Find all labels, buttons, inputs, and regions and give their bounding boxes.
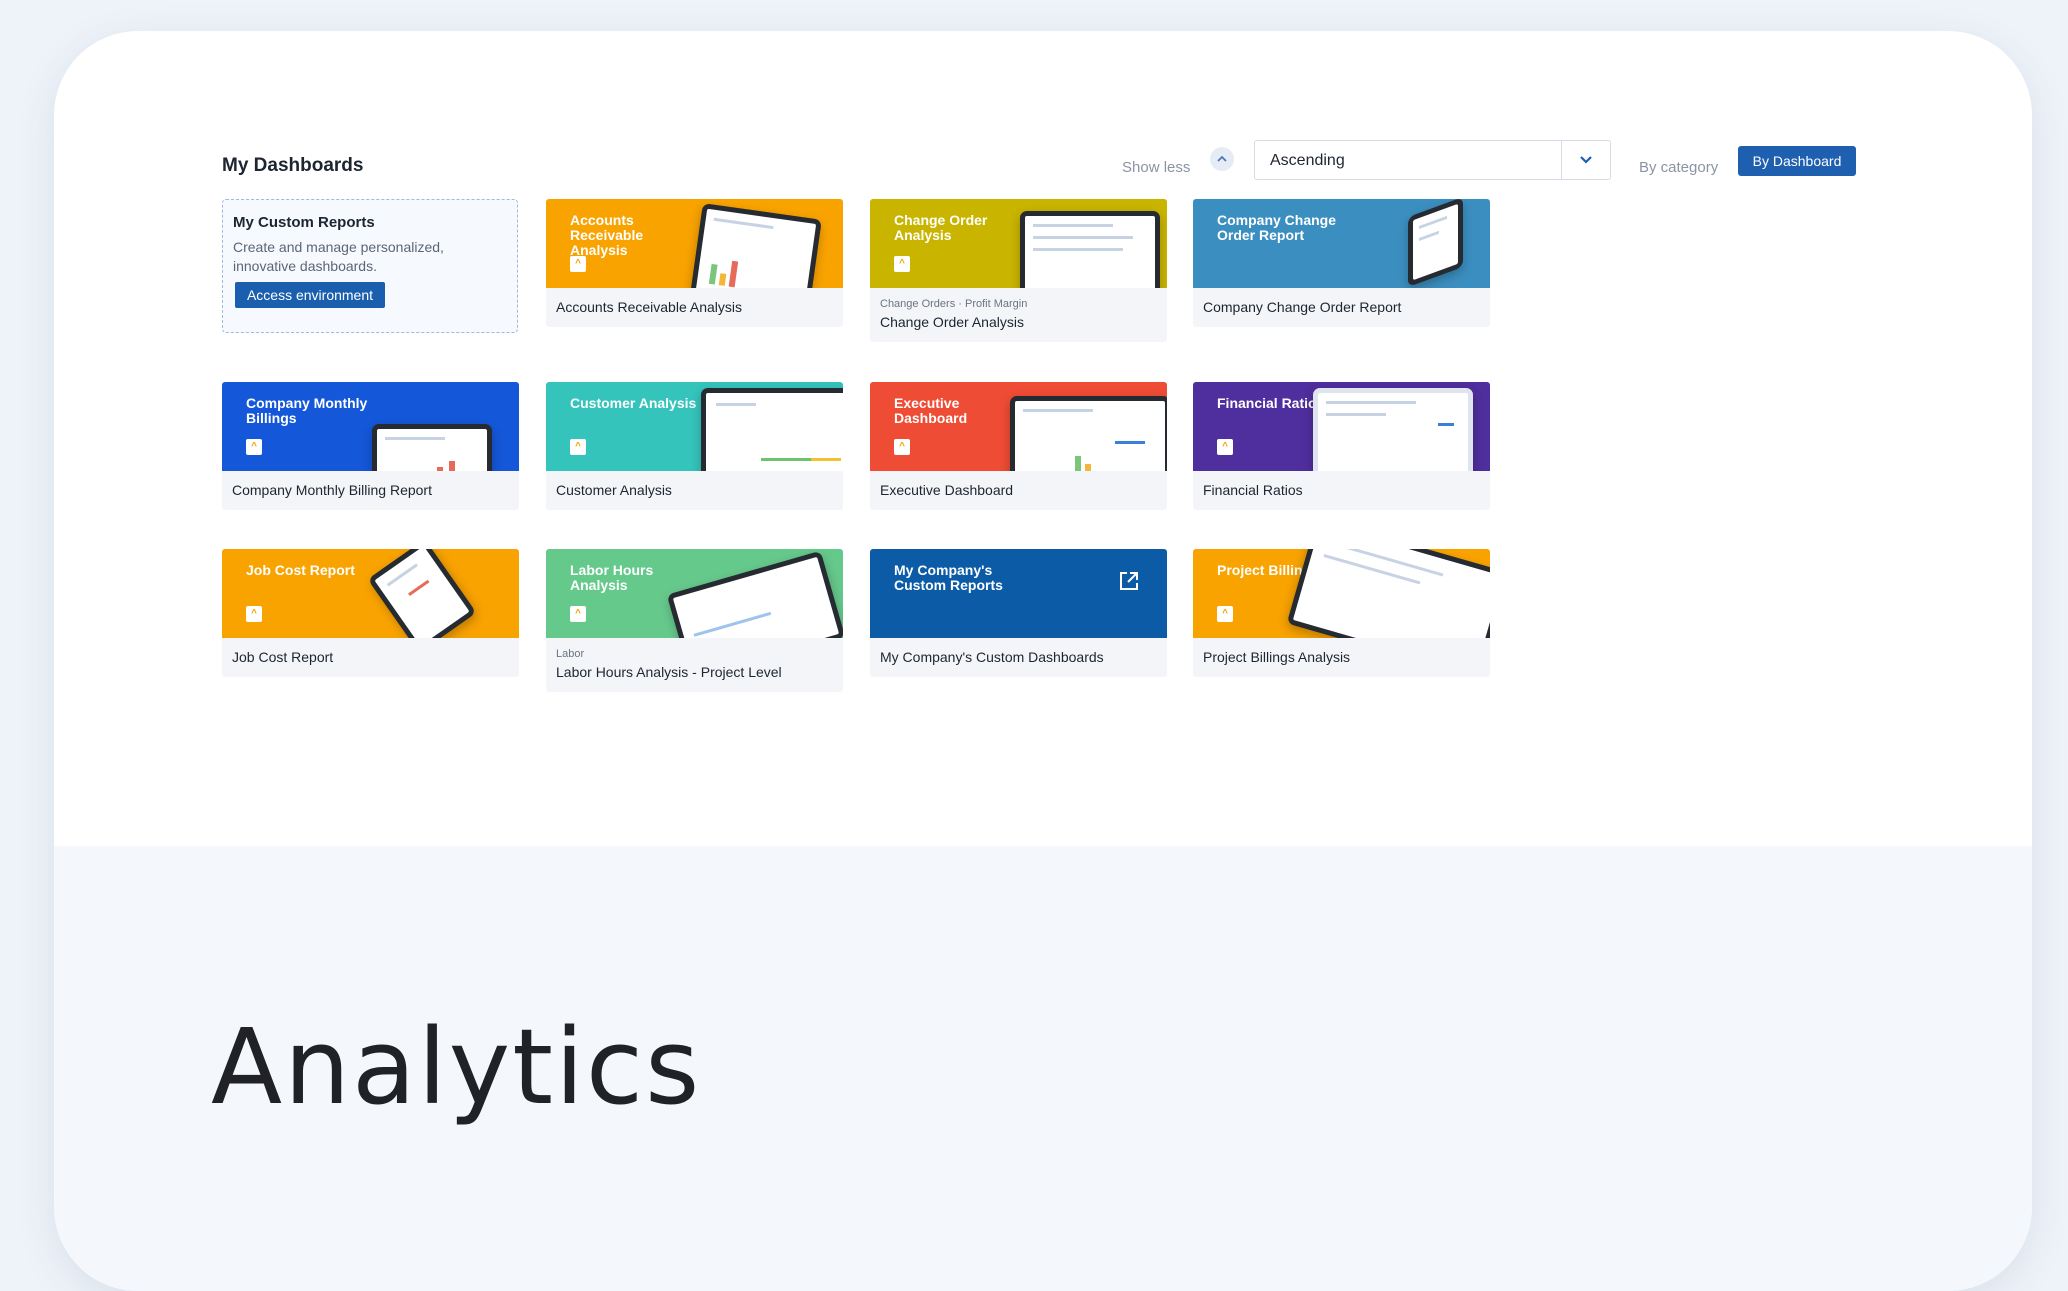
card-label: Company Change Order Report (1203, 299, 1402, 315)
card-banner: Accounts Receivable Analysis ^ (546, 199, 843, 288)
laptop-image (1408, 199, 1463, 288)
card-banner-title: Customer Analysis (570, 395, 697, 411)
card-banner-title: Accounts Receivable Analysis (570, 212, 644, 258)
card-banner-title: Labor Hours Analysis (570, 562, 654, 593)
card-banner-title: Company Monthly Billings (246, 395, 368, 426)
access-environment-button[interactable]: Access environment (235, 282, 385, 308)
card-tags: Change Orders · Profit Margin (880, 298, 1028, 310)
card-label: Project Billings Analysis (1203, 649, 1351, 665)
card-label: Accounts Receivable Analysis (556, 299, 742, 315)
card-banner: Change Order Analysis ^ (870, 199, 1167, 288)
card-banner: Project Billing ^ (1193, 549, 1490, 638)
dashboard-card-customer-analysis[interactable]: Customer Analysis ^ Customer Analysis (546, 382, 843, 510)
chevron-up-icon: ^ (1217, 606, 1233, 622)
laptop-image (372, 424, 492, 471)
section-title: Analytics (211, 1006, 702, 1128)
card-banner: Executive Dashboard ^ (870, 382, 1167, 471)
tablet-image (367, 549, 477, 638)
card-label: Labor Hours Analysis - Project Level (556, 664, 782, 680)
chevron-up-icon: ^ (894, 256, 910, 272)
card-label: Company Monthly Billing Report (232, 482, 432, 498)
chevron-up-icon: ^ (246, 606, 262, 622)
tablet-image (1020, 211, 1160, 288)
custom-reports-card: My Custom Reports Create and manage pers… (222, 199, 518, 333)
card-banner: Labor Hours Analysis ^ (546, 549, 843, 638)
dashboard-card-executive-dashboard[interactable]: Executive Dashboard ^ Executive Dashboar… (870, 382, 1167, 510)
dashboard-card-company-monthly-billings[interactable]: Company Monthly Billings ^ Company Month… (222, 382, 519, 510)
chevron-up-icon: ^ (570, 256, 586, 272)
card-tags: Labor (556, 648, 585, 660)
screen-image (1313, 388, 1473, 471)
chevron-up-icon: ^ (570, 439, 586, 455)
custom-reports-description: Create and manage personalized, innovati… (233, 239, 444, 274)
card-label: Customer Analysis (556, 482, 672, 498)
by-dashboard-toggle[interactable]: By Dashboard (1738, 146, 1856, 176)
card-banner: Financial Ratio ^ (1193, 382, 1490, 471)
card-banner: Company Monthly Billings ^ (222, 382, 519, 471)
sort-select-value: Ascending (1270, 152, 1345, 169)
show-less-link[interactable]: Show less (1122, 159, 1190, 176)
dashboard-card-financial-ratio[interactable]: Financial Ratio ^ Financial Ratios (1193, 382, 1490, 510)
page-title: My Dashboards (222, 155, 364, 176)
card-banner-title: Job Cost Report (246, 562, 355, 578)
tablet-image (690, 203, 822, 288)
laptop-image (1010, 396, 1167, 471)
card-label: Executive Dashboard (880, 482, 1014, 498)
chevron-up-icon: ^ (246, 439, 262, 455)
card-label: Change Order Analysis (880, 314, 1024, 330)
laptop-image (1286, 549, 1490, 638)
dashboard-card-project-billing[interactable]: Project Billing ^ Project Billings Analy… (1193, 549, 1490, 677)
chevron-down-icon[interactable] (1576, 149, 1596, 169)
dashboard-card-accounts-receivable[interactable]: Accounts Receivable Analysis ^ Accounts … (546, 199, 843, 327)
dashboard-card-change-order[interactable]: Change Order Analysis ^ Change Orders · … (870, 199, 1167, 342)
chevron-up-icon: ^ (1217, 439, 1233, 455)
card-banner-title: Executive Dashboard (894, 395, 968, 426)
card-label: My Company's Custom Dashboards (880, 649, 1104, 665)
sort-select[interactable]: Ascending (1254, 140, 1611, 180)
select-divider (1561, 141, 1562, 179)
card-banner: Customer Analysis ^ (546, 382, 843, 471)
chevron-up-icon[interactable] (1210, 147, 1234, 171)
card-label: Job Cost Report (232, 649, 334, 665)
dashboard-card-my-company-custom[interactable]: My Company's Custom Reports My Company's… (870, 549, 1167, 677)
external-link-icon[interactable] (1115, 567, 1143, 595)
custom-reports-title: My Custom Reports (233, 214, 375, 231)
card-banner: Job Cost Report ^ (222, 549, 519, 638)
dashboard-card-job-cost[interactable]: Job Cost Report ^ Job Cost Report (222, 549, 519, 677)
by-category-toggle[interactable]: By category (1639, 159, 1718, 176)
app-frame: My Dashboards Show less Ascending By cat… (54, 31, 2032, 1291)
laptop-image (701, 388, 843, 471)
card-label: Financial Ratios (1203, 482, 1303, 498)
chevron-up-icon: ^ (570, 606, 586, 622)
card-banner: Company Change Order Report (1193, 199, 1490, 288)
dashboard-card-company-change-order[interactable]: Company Change Order Report Company Chan… (1193, 199, 1490, 327)
card-banner-title: Company Change Order Report (1217, 212, 1337, 243)
card-banner: My Company's Custom Reports (870, 549, 1167, 638)
card-banner-title: Change Order Analysis (894, 212, 988, 243)
chevron-up-icon: ^ (894, 439, 910, 455)
dashboard-card-labor-hours[interactable]: Labor Hours Analysis ^ Labor Labor Hours… (546, 549, 843, 692)
card-banner-title: My Company's Custom Reports (894, 562, 1003, 593)
section-title-area: Analytics (54, 846, 2032, 1291)
